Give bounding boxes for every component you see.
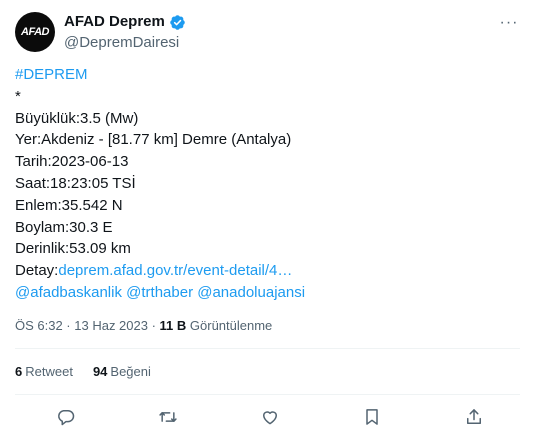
retweet-icon <box>159 412 177 422</box>
tweet-time: Saat:18:23:05 TSİ <box>15 174 136 192</box>
reply-icon <box>58 410 75 426</box>
mention-link[interactable]: @trthaber <box>126 284 193 301</box>
action-bar <box>15 402 520 432</box>
tweet-date: Tarih:2023-06-13 <box>15 153 129 171</box>
author-display-name-row[interactable]: AFAD Deprem <box>64 13 186 31</box>
tweet-stats: 6 Retweet 94 Beğeni <box>15 364 151 380</box>
verified-badge-icon <box>170 14 185 30</box>
retweet-label: Retweet <box>25 364 73 379</box>
mention-link[interactable]: @anadoluajansi <box>197 284 305 301</box>
like-stat[interactable]: 94 Beğeni <box>93 364 151 380</box>
tweet-asterisk: * <box>15 87 21 105</box>
avatar[interactable]: AFAD <box>15 12 55 52</box>
reply-button[interactable] <box>51 402 81 432</box>
tweet-magnitude: Büyüklük:3.5 (Mw) <box>15 109 139 127</box>
avatar-text: AFAD <box>21 26 49 38</box>
retweet-count: 6 <box>15 364 23 379</box>
tweet-location: Yer:Akdeniz - [81.77 km] Demre (Antalya) <box>15 131 292 149</box>
bookmark-button[interactable] <box>357 402 387 432</box>
like-button[interactable] <box>255 402 285 432</box>
tweet-depth: Derinlik:53.09 km <box>15 240 131 258</box>
tweet-meta: ÖS 6:32 · 13 Haz 2023 · 11 B Görüntülenm… <box>15 318 272 334</box>
author-display-name[interactable]: AFAD Deprem <box>64 13 165 31</box>
detail-label: Detay: <box>15 262 59 280</box>
bookmark-icon <box>366 409 378 425</box>
like-icon <box>263 411 277 425</box>
retweet-button[interactable] <box>153 402 183 432</box>
divider <box>15 394 520 395</box>
tweet-timestamp[interactable]: ÖS 6:32 · 13 Haz 2023 · <box>15 318 160 333</box>
tweet-header: AFAD AFAD Deprem @DepremDairesi ··· <box>15 12 520 52</box>
tweet-longitude: Boylam:30.3 E <box>15 218 113 236</box>
like-count: 94 <box>92 364 108 379</box>
views-label: Görüntülenme <box>186 318 273 333</box>
author-names: AFAD Deprem @DepremDairesi <box>64 12 186 52</box>
tweet-latitude: Enlem:35.542 N <box>15 196 123 214</box>
hashtag-link[interactable]: #DEPREM <box>15 66 88 83</box>
mention-link[interactable]: @afadbaskanlik <box>15 284 122 301</box>
author-handle[interactable]: @DepremDairesi <box>64 34 186 52</box>
tweet-text: #DEPREM * Büyüklük:3.5 (Mw) Yer:Akdeniz … <box>15 64 520 304</box>
share-icon <box>467 409 481 424</box>
divider <box>15 348 520 349</box>
detail-link[interactable]: deprem.afad.gov.tr/event-detail/4… <box>58 262 292 279</box>
share-button[interactable] <box>459 402 489 432</box>
retweet-stat[interactable]: 6 Retweet <box>15 364 73 380</box>
like-label: Beğeni <box>110 364 151 379</box>
views-count: 11 B <box>159 318 187 333</box>
more-icon[interactable]: ··· <box>498 12 520 34</box>
